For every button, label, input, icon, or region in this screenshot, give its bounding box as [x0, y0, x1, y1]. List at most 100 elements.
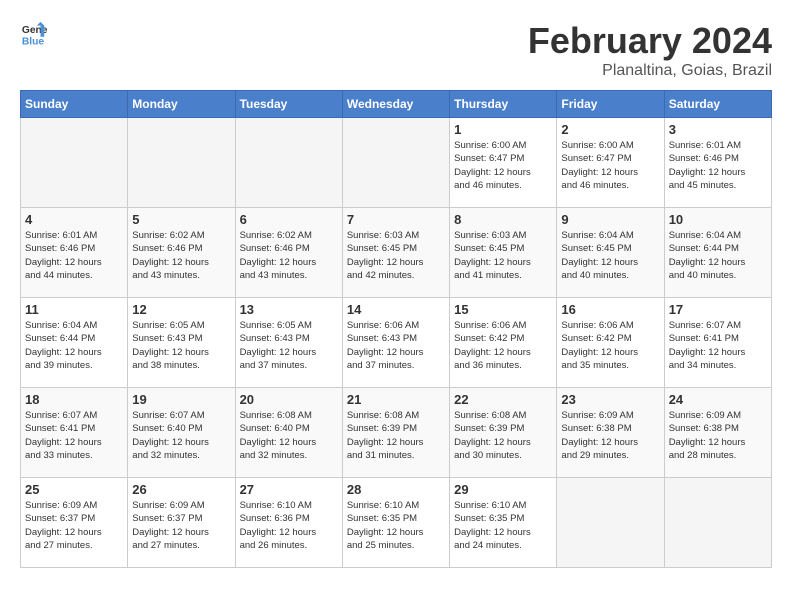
- day-info: Sunrise: 6:08 AM Sunset: 6:39 PM Dayligh…: [347, 409, 445, 462]
- day-info: Sunrise: 6:07 AM Sunset: 6:41 PM Dayligh…: [669, 319, 767, 372]
- calendar-week-row: 4 Sunrise: 6:01 AM Sunset: 6:46 PM Daylig…: [21, 208, 772, 298]
- weekday-header: Tuesday: [235, 91, 342, 118]
- calendar-cell: 6 Sunrise: 6:02 AM Sunset: 6:46 PM Daylig…: [235, 208, 342, 298]
- calendar-week-row: 1Sunrise: 6:00 AM Sunset: 6:47 PM Daylig…: [21, 118, 772, 208]
- calendar-week-row: 25 Sunrise: 6:09 AM Sunset: 6:37 PM Dayli…: [21, 478, 772, 568]
- day-number: 3: [669, 122, 767, 137]
- day-number: 16: [561, 302, 659, 317]
- day-number: 22: [454, 392, 552, 407]
- day-info: Sunrise: 6:01 AM Sunset: 6:46 PM Dayligh…: [25, 229, 123, 282]
- calendar-cell: 3 Sunrise: 6:01 AM Sunset: 6:46 PM Daylig…: [664, 118, 771, 208]
- day-number: 6: [240, 212, 338, 227]
- day-number: 20: [240, 392, 338, 407]
- day-number: 28: [347, 482, 445, 497]
- day-number: 9: [561, 212, 659, 227]
- calendar-cell: 26 Sunrise: 6:09 AM Sunset: 6:37 PM Dayli…: [128, 478, 235, 568]
- day-number: 18: [25, 392, 123, 407]
- calendar-cell: 16 Sunrise: 6:06 AM Sunset: 6:42 PM Dayli…: [557, 298, 664, 388]
- calendar-cell: 22Sunrise: 6:08 AM Sunset: 6:39 PM Dayli…: [450, 388, 557, 478]
- calendar-cell: [235, 118, 342, 208]
- day-info: Sunrise: 6:06 AM Sunset: 6:42 PM Dayligh…: [561, 319, 659, 372]
- day-number: 14: [347, 302, 445, 317]
- calendar-title: February 2024: [528, 20, 772, 62]
- day-info: Sunrise: 6:10 AM Sunset: 6:35 PM Dayligh…: [347, 499, 445, 552]
- day-info: Sunrise: 6:07 AM Sunset: 6:40 PM Dayligh…: [132, 409, 230, 462]
- calendar-cell: 9 Sunrise: 6:04 AM Sunset: 6:45 PM Daylig…: [557, 208, 664, 298]
- calendar-cell: 15 Sunrise: 6:06 AM Sunset: 6:42 PM Dayli…: [450, 298, 557, 388]
- day-number: 19: [132, 392, 230, 407]
- calendar-cell: [664, 478, 771, 568]
- weekday-header-row: SundayMondayTuesdayWednesdayThursdayFrid…: [21, 91, 772, 118]
- calendar-cell: 27 Sunrise: 6:10 AM Sunset: 6:36 PM Dayli…: [235, 478, 342, 568]
- logo-icon: General Blue: [20, 20, 48, 48]
- day-info: Sunrise: 6:06 AM Sunset: 6:43 PM Dayligh…: [347, 319, 445, 372]
- weekday-header: Friday: [557, 91, 664, 118]
- calendar-cell: 21 Sunrise: 6:08 AM Sunset: 6:39 PM Dayli…: [342, 388, 449, 478]
- calendar-cell: [342, 118, 449, 208]
- svg-text:Blue: Blue: [22, 36, 45, 47]
- calendar-subtitle: Planaltina, Goias, Brazil: [528, 62, 772, 80]
- day-info: Sunrise: 6:05 AM Sunset: 6:43 PM Dayligh…: [132, 319, 230, 372]
- header: General Blue February 2024 Planaltina, G…: [20, 20, 772, 80]
- day-number: 24: [669, 392, 767, 407]
- day-info: Sunrise: 6:04 AM Sunset: 6:44 PM Dayligh…: [669, 229, 767, 282]
- calendar-cell: 4 Sunrise: 6:01 AM Sunset: 6:46 PM Daylig…: [21, 208, 128, 298]
- calendar-cell: 5Sunrise: 6:02 AM Sunset: 6:46 PM Daylig…: [128, 208, 235, 298]
- day-info: Sunrise: 6:09 AM Sunset: 6:38 PM Dayligh…: [561, 409, 659, 462]
- calendar-cell: 25 Sunrise: 6:09 AM Sunset: 6:37 PM Dayli…: [21, 478, 128, 568]
- day-info: Sunrise: 6:03 AM Sunset: 6:45 PM Dayligh…: [454, 229, 552, 282]
- day-info: Sunrise: 6:03 AM Sunset: 6:45 PM Dayligh…: [347, 229, 445, 282]
- day-number: 1: [454, 122, 552, 137]
- calendar-table: SundayMondayTuesdayWednesdayThursdayFrid…: [20, 90, 772, 568]
- calendar-cell: 1Sunrise: 6:00 AM Sunset: 6:47 PM Daylig…: [450, 118, 557, 208]
- day-info: Sunrise: 6:09 AM Sunset: 6:37 PM Dayligh…: [25, 499, 123, 552]
- day-info: Sunrise: 6:10 AM Sunset: 6:36 PM Dayligh…: [240, 499, 338, 552]
- calendar-cell: 23 Sunrise: 6:09 AM Sunset: 6:38 PM Dayli…: [557, 388, 664, 478]
- day-number: 13: [240, 302, 338, 317]
- calendar-cell: 7Sunrise: 6:03 AM Sunset: 6:45 PM Daylig…: [342, 208, 449, 298]
- day-number: 10: [669, 212, 767, 227]
- weekday-header: Wednesday: [342, 91, 449, 118]
- day-number: 27: [240, 482, 338, 497]
- day-info: Sunrise: 6:04 AM Sunset: 6:45 PM Dayligh…: [561, 229, 659, 282]
- day-number: 12: [132, 302, 230, 317]
- calendar-week-row: 11Sunrise: 6:04 AM Sunset: 6:44 PM Dayli…: [21, 298, 772, 388]
- day-info: Sunrise: 6:09 AM Sunset: 6:38 PM Dayligh…: [669, 409, 767, 462]
- calendar-cell: 24 Sunrise: 6:09 AM Sunset: 6:38 PM Dayli…: [664, 388, 771, 478]
- day-info: Sunrise: 6:05 AM Sunset: 6:43 PM Dayligh…: [240, 319, 338, 372]
- day-info: Sunrise: 6:06 AM Sunset: 6:42 PM Dayligh…: [454, 319, 552, 372]
- calendar-cell: 17 Sunrise: 6:07 AM Sunset: 6:41 PM Dayli…: [664, 298, 771, 388]
- calendar-cell: 11Sunrise: 6:04 AM Sunset: 6:44 PM Dayli…: [21, 298, 128, 388]
- weekday-header: Thursday: [450, 91, 557, 118]
- calendar-cell: 20 Sunrise: 6:08 AM Sunset: 6:40 PM Dayli…: [235, 388, 342, 478]
- calendar-cell: [128, 118, 235, 208]
- day-number: 4: [25, 212, 123, 227]
- calendar-cell: 18 Sunrise: 6:07 AM Sunset: 6:41 PM Dayli…: [21, 388, 128, 478]
- calendar-cell: 12 Sunrise: 6:05 AM Sunset: 6:43 PM Dayli…: [128, 298, 235, 388]
- day-number: 29: [454, 482, 552, 497]
- day-number: 25: [25, 482, 123, 497]
- weekday-header: Monday: [128, 91, 235, 118]
- day-number: 5: [132, 212, 230, 227]
- weekday-header: Saturday: [664, 91, 771, 118]
- calendar-cell: 19 Sunrise: 6:07 AM Sunset: 6:40 PM Dayli…: [128, 388, 235, 478]
- calendar-cell: 2Sunrise: 6:00 AM Sunset: 6:47 PM Daylig…: [557, 118, 664, 208]
- day-info: Sunrise: 6:07 AM Sunset: 6:41 PM Dayligh…: [25, 409, 123, 462]
- day-number: 15: [454, 302, 552, 317]
- day-number: 2: [561, 122, 659, 137]
- day-number: 23: [561, 392, 659, 407]
- day-info: Sunrise: 6:02 AM Sunset: 6:46 PM Dayligh…: [240, 229, 338, 282]
- day-info: Sunrise: 6:04 AM Sunset: 6:44 PM Dayligh…: [25, 319, 123, 372]
- day-info: Sunrise: 6:09 AM Sunset: 6:37 PM Dayligh…: [132, 499, 230, 552]
- day-number: 26: [132, 482, 230, 497]
- calendar-cell: 13 Sunrise: 6:05 AM Sunset: 6:43 PM Dayli…: [235, 298, 342, 388]
- day-info: Sunrise: 6:01 AM Sunset: 6:46 PM Dayligh…: [669, 139, 767, 192]
- day-number: 17: [669, 302, 767, 317]
- day-number: 21: [347, 392, 445, 407]
- weekday-header: Sunday: [21, 91, 128, 118]
- calendar-week-row: 18 Sunrise: 6:07 AM Sunset: 6:41 PM Dayli…: [21, 388, 772, 478]
- day-info: Sunrise: 6:08 AM Sunset: 6:40 PM Dayligh…: [240, 409, 338, 462]
- calendar-cell: [557, 478, 664, 568]
- calendar-cell: 14 Sunrise: 6:06 AM Sunset: 6:43 PM Dayli…: [342, 298, 449, 388]
- calendar-cell: 28 Sunrise: 6:10 AM Sunset: 6:35 PM Dayli…: [342, 478, 449, 568]
